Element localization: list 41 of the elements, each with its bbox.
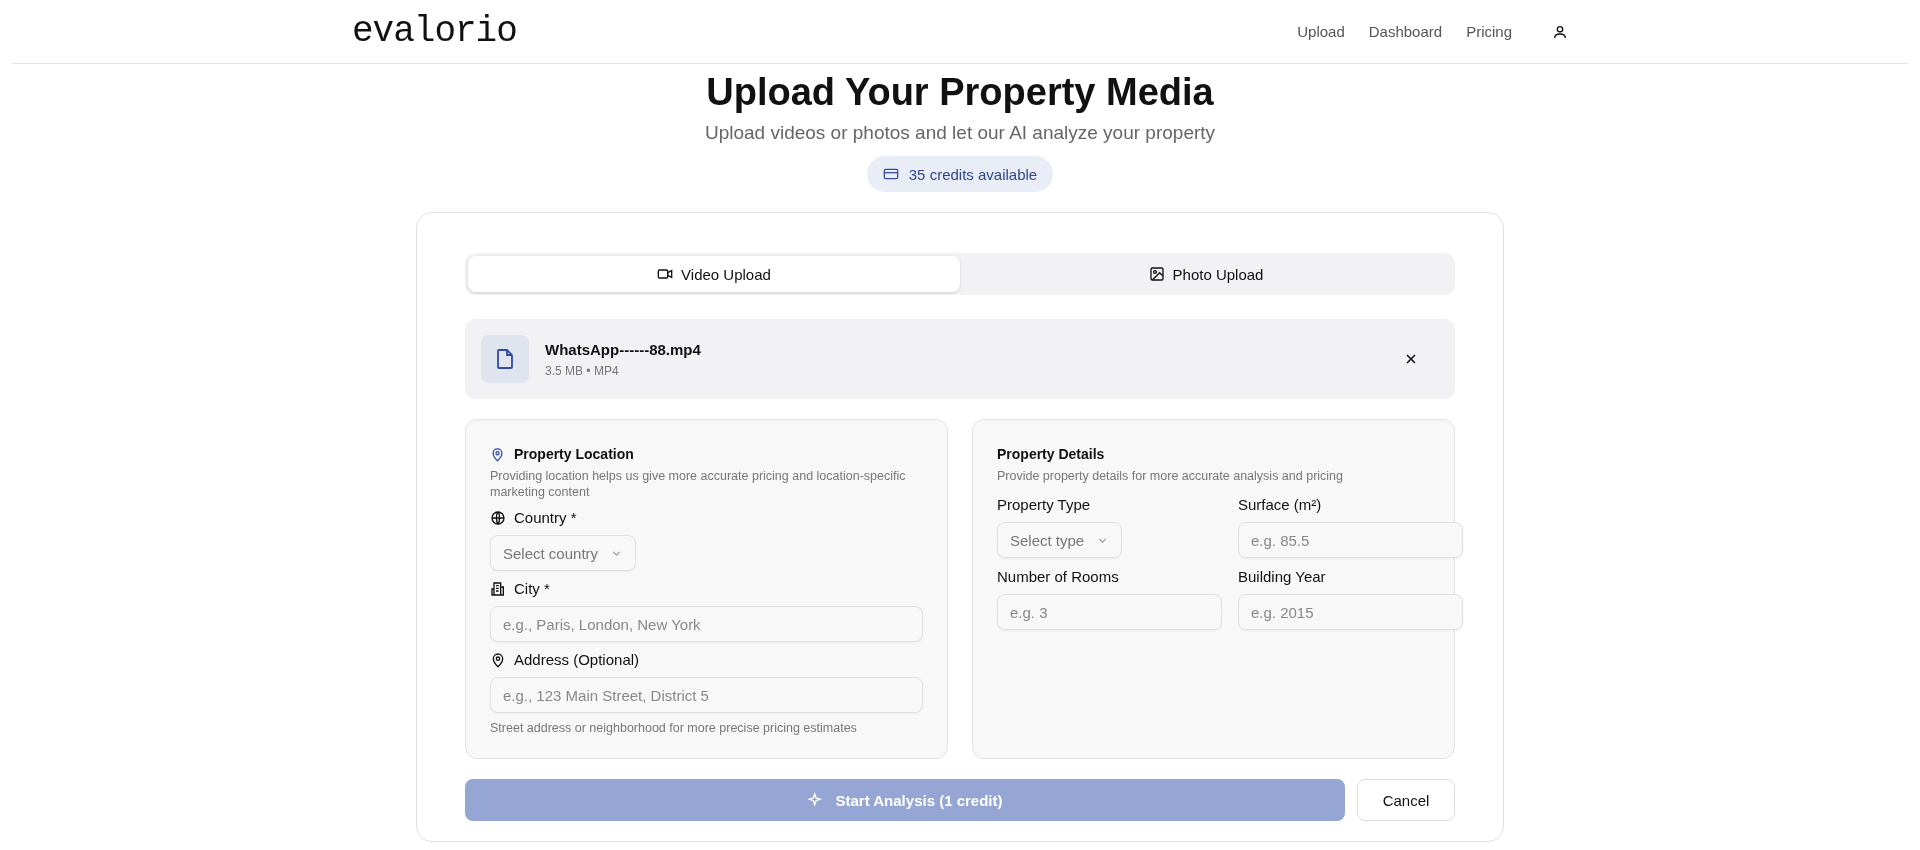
building-icon bbox=[490, 580, 506, 597]
credit-card-icon bbox=[882, 166, 899, 182]
input-field[interactable]: e.g., Paris, London, New York bbox=[490, 606, 923, 642]
field-label: Country * bbox=[514, 509, 577, 526]
video-camera-icon bbox=[657, 266, 674, 282]
field-label: City * bbox=[514, 580, 550, 597]
cancel-button[interactable]: Cancel bbox=[1357, 779, 1455, 821]
file-name: WhatsApp------88.mp4 bbox=[545, 340, 702, 358]
input-field[interactable]: e.g. 2015 bbox=[1238, 594, 1463, 630]
nav-link[interactable]: Upload bbox=[1297, 23, 1345, 40]
nav-link[interactable]: Pricing bbox=[1466, 23, 1512, 40]
panel-description: Provide property details for more accurate analysis and pricing bbox=[997, 468, 1344, 484]
input-field[interactable]: e.g. 3 bbox=[997, 594, 1222, 630]
select-dropdown[interactable]: Select type bbox=[997, 522, 1123, 558]
input-field[interactable]: e.g. 85.5 bbox=[1238, 522, 1463, 558]
field-label: Number of Rooms bbox=[997, 568, 1120, 585]
tab[interactable]: Photo Upload bbox=[960, 256, 1452, 292]
image-icon bbox=[1148, 266, 1165, 282]
tab[interactable]: Video Upload bbox=[468, 256, 960, 292]
nav-link[interactable]: Dashboard bbox=[1368, 23, 1443, 40]
sparkle-icon bbox=[807, 792, 824, 808]
panel-title: Property Location bbox=[514, 446, 634, 462]
user-icon[interactable] bbox=[1552, 23, 1568, 40]
globe-icon bbox=[490, 509, 506, 526]
field-label: Address (Optional) bbox=[514, 651, 640, 668]
field-label: Surface (m²) bbox=[1238, 496, 1323, 513]
logo[interactable]: evalorio bbox=[352, 11, 517, 52]
file-icon bbox=[481, 335, 529, 383]
file-meta: 3.5 MB • MP4 bbox=[545, 363, 620, 378]
field-hint: Street address or neighborhood for more precise pricing estimates bbox=[490, 721, 858, 735]
page-title: Upload Your Property Media bbox=[705, 70, 1215, 114]
page-subtitle: Upload videos or photos and let our AI analyze your property bbox=[703, 122, 1217, 144]
input-field[interactable]: e.g., 123 Main Street, District 5 bbox=[490, 677, 923, 713]
field-label: Building Year bbox=[1238, 568, 1327, 585]
field-label: Property Type bbox=[997, 496, 1092, 513]
map-pin-icon bbox=[490, 651, 506, 668]
panel-description: Providing location helps us give more accurate pricing and location-specific marketing content bbox=[490, 468, 907, 500]
credits-text: 35 credits available bbox=[908, 165, 1038, 183]
select-dropdown[interactable]: Select country bbox=[490, 535, 637, 571]
panel-title: Property Details bbox=[997, 446, 1106, 462]
map-pin-icon bbox=[490, 446, 505, 462]
